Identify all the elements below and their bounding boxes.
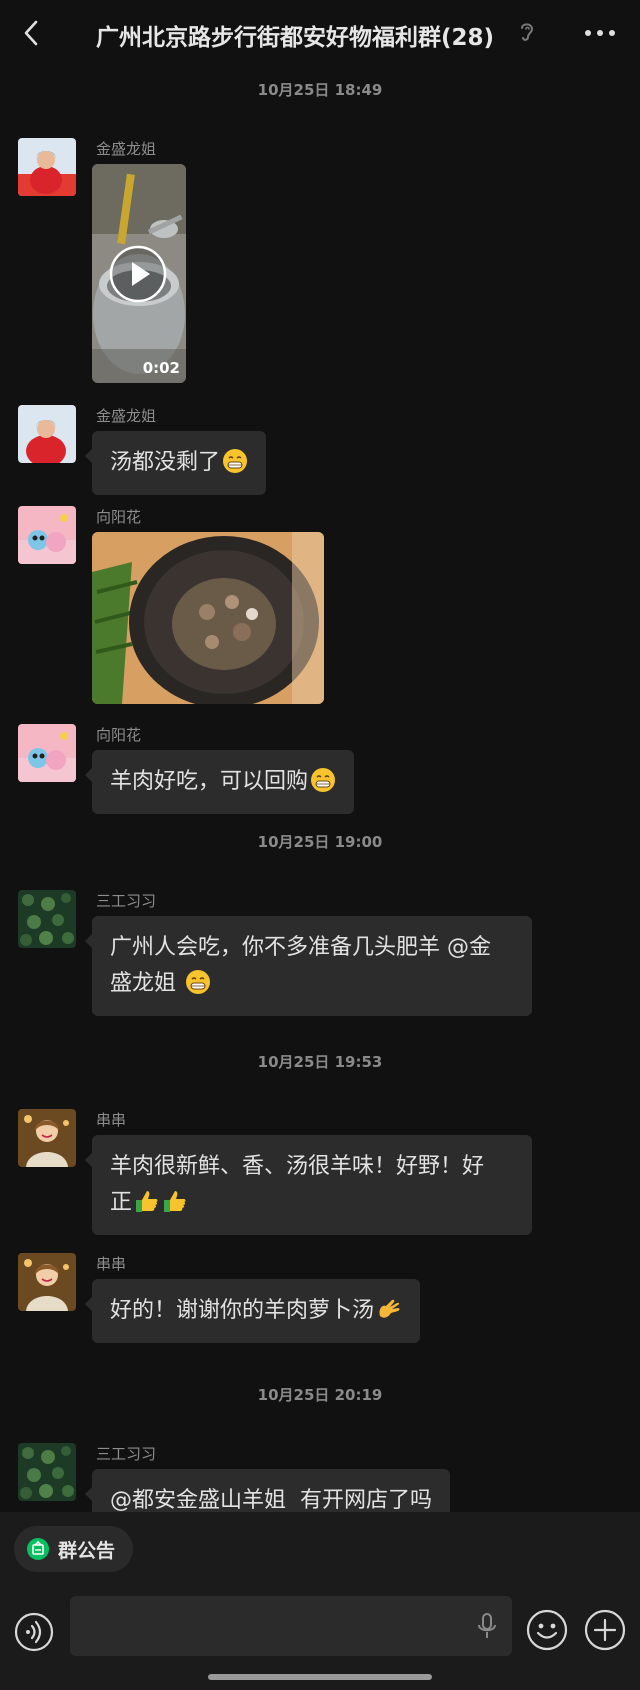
group-notice-label: 群公告 (58, 1539, 116, 1562)
avatar[interactable] (18, 1443, 76, 1501)
text-bubble[interactable]: 广州人会吃，你不多准备几头肥羊 @金 盛龙姐 (85, 916, 532, 1016)
avatar[interactable] (18, 724, 76, 782)
text-bubble[interactable]: 羊肉很新鲜、香、汤很羊味！好野！好 正 (85, 1135, 532, 1235)
text-bubble[interactable]: 羊肉好吃，可以回购 (84, 750, 355, 814)
sender-name: 金盛龙姐 (96, 407, 157, 425)
sender-name: 串串 (96, 1255, 127, 1273)
sender-name: 三工习习 (96, 1445, 157, 1463)
sender-name: 向阳花 (96, 508, 142, 526)
more-dots-icon (585, 30, 615, 36)
avatar[interactable] (18, 138, 76, 196)
sender-name: 三工习习 (96, 892, 157, 910)
avatar[interactable] (18, 1109, 76, 1167)
message-text-line: 正 (110, 1190, 133, 1215)
grin-emoji (223, 449, 248, 473)
top-bar: 广州北京路步行街都安好物福利群(28) (0, 0, 640, 66)
message-input[interactable] (70, 1596, 512, 1656)
message-text: @都安金盛山羊姐 有开网店了吗 (110, 1488, 432, 1513)
avatar[interactable] (18, 506, 76, 564)
avatar[interactable] (18, 890, 76, 948)
sender-name: 向阳花 (96, 726, 142, 744)
voice-icon (14, 1612, 54, 1652)
thumbs-up-emoji (164, 1191, 186, 1212)
message-text: 好的！谢谢你的羊肉萝卜汤 (110, 1298, 375, 1323)
grin-emoji (186, 970, 210, 994)
message-text: 羊肉好吃，可以回购 (110, 769, 309, 794)
chevron-left-icon (24, 20, 38, 46)
thumbs-up-emoji (136, 1191, 158, 1212)
message-text: 汤都没剩了 (110, 450, 221, 475)
plus-icon (584, 1609, 626, 1651)
message-text-line: 盛龙姐 (110, 971, 183, 996)
text-bubble[interactable]: 汤都没剩了 (84, 431, 267, 495)
group-notice-button[interactable]: 群公告 (14, 1526, 134, 1572)
ear-muted-icon (516, 20, 538, 44)
avatar[interactable] (18, 405, 76, 463)
timestamp: 10月25日 18:49 (257, 81, 383, 99)
bottom-input-area: 群公告 (0, 1512, 640, 1690)
more-functions-button[interactable] (584, 1609, 626, 1651)
microphone-icon[interactable] (476, 1612, 498, 1640)
timestamp: 10月25日 19:53 (257, 1053, 383, 1071)
ok-hand-emoji (379, 1299, 400, 1318)
timestamp: 10月25日 20:19 (257, 1386, 383, 1404)
voice-input-button[interactable] (14, 1612, 54, 1652)
sender-name: 金盛龙姐 (96, 140, 157, 158)
message-text-line: 广州人会吃，你不多准备几头肥羊 @金 (110, 935, 491, 960)
grin-emoji (311, 768, 336, 792)
video-message[interactable]: 0:02 (92, 164, 186, 383)
message-text-line: 羊肉很新鲜、香、汤很羊味！好野！好 (110, 1154, 485, 1179)
text-bubble[interactable]: 好的！谢谢你的羊肉萝卜汤 (84, 1279, 421, 1343)
chat-title[interactable]: 广州北京路步行街都安好物福利群(28) (96, 18, 536, 52)
sender-name: 串串 (96, 1111, 127, 1129)
timestamp: 10月25日 19:00 (257, 833, 383, 851)
more-button[interactable] (583, 22, 617, 44)
home-indicator[interactable] (208, 1674, 432, 1680)
play-icon[interactable] (108, 244, 168, 304)
avatar[interactable] (18, 1253, 76, 1311)
announcement-icon (27, 1538, 49, 1560)
emoji-button[interactable] (526, 1609, 568, 1651)
video-duration: 0:02 (142, 359, 180, 377)
smiley-icon (526, 1609, 568, 1651)
image-message[interactable] (92, 532, 324, 704)
back-button[interactable] (18, 16, 48, 50)
